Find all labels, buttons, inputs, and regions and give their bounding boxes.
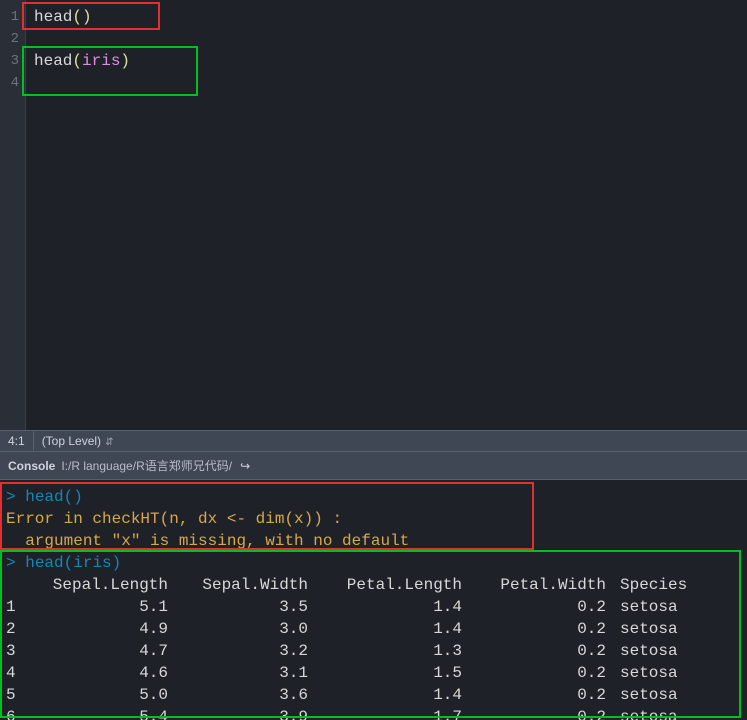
console-command: head	[25, 488, 63, 506]
row-index: 5	[6, 684, 24, 706]
table-cell: 1.4	[312, 596, 466, 618]
token-arg: iris	[73, 554, 111, 572]
table-header-row: Sepal.Length Sepal.Width Petal.Length Pe…	[6, 574, 741, 596]
table-cell: 1.4	[312, 684, 466, 706]
table-cell: setosa	[610, 662, 720, 684]
line-number: 1	[0, 6, 19, 28]
table-row: 3 4.7 3.2 1.3 0.2 setosa	[6, 640, 741, 662]
code-line: head(iris)	[34, 50, 739, 72]
row-index: 6	[6, 706, 24, 720]
table-cell: 1.7	[312, 706, 466, 720]
console-command: head	[25, 554, 63, 572]
table-cell: 1.4	[312, 618, 466, 640]
table-cell: 0.2	[466, 618, 610, 640]
token-paren: (	[64, 488, 74, 506]
token-paren: (	[72, 52, 82, 70]
table-row: 5 5.0 3.6 1.4 0.2 setosa	[6, 684, 741, 706]
table-cell: 5.0	[24, 684, 172, 706]
console-output[interactable]: > head() Error in checkHT(n, dx <- dim(x…	[0, 480, 747, 720]
token-function: head	[34, 52, 72, 70]
cursor-position: 4:1	[8, 434, 25, 448]
table-row: 1 5.1 3.5 1.4 0.2 setosa	[6, 596, 741, 618]
table-cell: 4.6	[24, 662, 172, 684]
prompt-char: >	[6, 554, 16, 572]
table-header: Sepal.Width	[172, 574, 312, 596]
editor-status-bar: 4:1 (Top Level) ⇵	[0, 430, 747, 452]
token-paren: )	[120, 52, 130, 70]
row-index: 2	[6, 618, 24, 640]
goto-dir-icon[interactable]: ↪	[240, 459, 250, 473]
console-error-line: argument "x" is missing, with no default	[6, 530, 741, 552]
line-number: 4	[0, 72, 19, 94]
table-row: 4 4.6 3.1 1.5 0.2 setosa	[6, 662, 741, 684]
table-cell: 4.7	[24, 640, 172, 662]
table-row: 2 4.9 3.0 1.4 0.2 setosa	[6, 618, 741, 640]
scope-label: (Top Level)	[42, 434, 101, 448]
table-cell: setosa	[610, 684, 720, 706]
line-number-gutter: 1 2 3 4	[0, 0, 26, 430]
console-line: > head()	[6, 486, 741, 508]
table-cell: setosa	[610, 618, 720, 640]
table-cell: 4.9	[24, 618, 172, 640]
table-cell: 3.0	[172, 618, 312, 640]
table-cell: setosa	[610, 706, 720, 720]
table-cell: 5.4	[24, 706, 172, 720]
table-header: Petal.Length	[312, 574, 466, 596]
table-cell: setosa	[610, 596, 720, 618]
row-index: 3	[6, 640, 24, 662]
console-error-line: Error in checkHT(n, dx <- dim(x)) :	[6, 508, 741, 530]
table-cell: 0.2	[466, 706, 610, 720]
table-cell: 5.1	[24, 596, 172, 618]
line-number: 2	[0, 28, 19, 50]
table-header: Species	[610, 574, 720, 596]
console-line: > head(iris)	[6, 552, 741, 574]
editor-pane: 1 2 3 4 head() head(iris)	[0, 0, 747, 430]
prompt-char: >	[6, 488, 16, 506]
token-paren: )	[112, 554, 122, 572]
code-line	[34, 28, 739, 50]
code-line	[34, 72, 739, 94]
token-paren: (	[72, 8, 82, 26]
code-editor[interactable]: head() head(iris)	[26, 0, 747, 430]
row-index: 4	[6, 662, 24, 684]
table-header: Sepal.Length	[24, 574, 172, 596]
token-arg: iris	[82, 52, 120, 70]
table-cell: 1.5	[312, 662, 466, 684]
table-cell: 1.3	[312, 640, 466, 662]
status-separator	[33, 431, 34, 451]
table-cell: 0.2	[466, 596, 610, 618]
console-tab-label[interactable]: Console	[8, 459, 55, 473]
table-index-header	[6, 574, 24, 596]
table-cell: 3.1	[172, 662, 312, 684]
table-cell: setosa	[610, 640, 720, 662]
updown-icon: ⇵	[105, 437, 113, 448]
table-cell: 3.9	[172, 706, 312, 720]
token-function: head	[34, 8, 72, 26]
table-cell: 3.2	[172, 640, 312, 662]
table-cell: 3.5	[172, 596, 312, 618]
table-cell: 0.2	[466, 640, 610, 662]
table-cell: 0.2	[466, 662, 610, 684]
table-row: 6 5.4 3.9 1.7 0.2 setosa	[6, 706, 741, 720]
token-paren: )	[82, 8, 92, 26]
table-cell: 0.2	[466, 684, 610, 706]
code-line: head()	[34, 6, 739, 28]
table-header: Petal.Width	[466, 574, 610, 596]
table-cell: 3.6	[172, 684, 312, 706]
console-tab-bar: Console I:/R language/R语言郑师兄代码/ ↪	[0, 452, 747, 480]
line-number: 3	[0, 50, 19, 72]
token-paren: (	[64, 554, 74, 572]
console-working-dir: I:/R language/R语言郑师兄代码/	[61, 457, 232, 474]
token-paren: )	[73, 488, 83, 506]
row-index: 1	[6, 596, 24, 618]
scope-selector[interactable]: (Top Level) ⇵	[42, 434, 114, 448]
